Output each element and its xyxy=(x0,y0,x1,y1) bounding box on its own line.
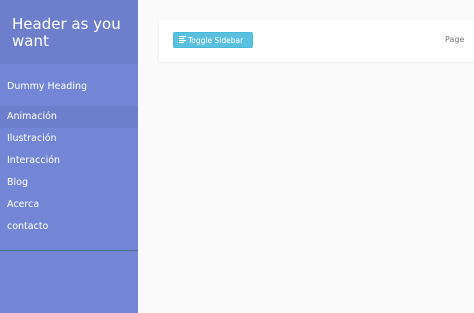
sidebar-item-blog[interactable]: Blog xyxy=(0,172,138,194)
toggle-sidebar-label: Toggle Sidebar xyxy=(188,36,244,45)
sidebar-header: Header as you want xyxy=(0,0,138,64)
sidebar-item-interaccion[interactable]: Interacción xyxy=(0,150,138,172)
sidebar-item-contacto[interactable]: contacto xyxy=(0,216,138,238)
sidebar-item-ilustracion[interactable]: Ilustración xyxy=(0,128,138,150)
sidebar-header-title: Header as you want xyxy=(12,15,121,50)
sidebar-menu: Dummy Heading Animación Ilustración Inte… xyxy=(0,64,138,251)
toggle-sidebar-button[interactable]: Toggle Sidebar xyxy=(173,32,253,48)
sidebar-item-animacion[interactable]: Animación xyxy=(0,106,138,128)
align-left-icon xyxy=(179,33,186,49)
main-content: Toggle Sidebar Page xyxy=(138,0,474,313)
sidebar: Header as you want Dummy Heading Animaci… xyxy=(0,0,138,313)
sidebar-item-acerca[interactable]: Acerca xyxy=(0,194,138,216)
top-navbar: Toggle Sidebar Page xyxy=(159,20,474,62)
sidebar-dummy-heading: Dummy Heading xyxy=(7,81,88,92)
nav-link-page[interactable]: Page xyxy=(445,35,464,44)
